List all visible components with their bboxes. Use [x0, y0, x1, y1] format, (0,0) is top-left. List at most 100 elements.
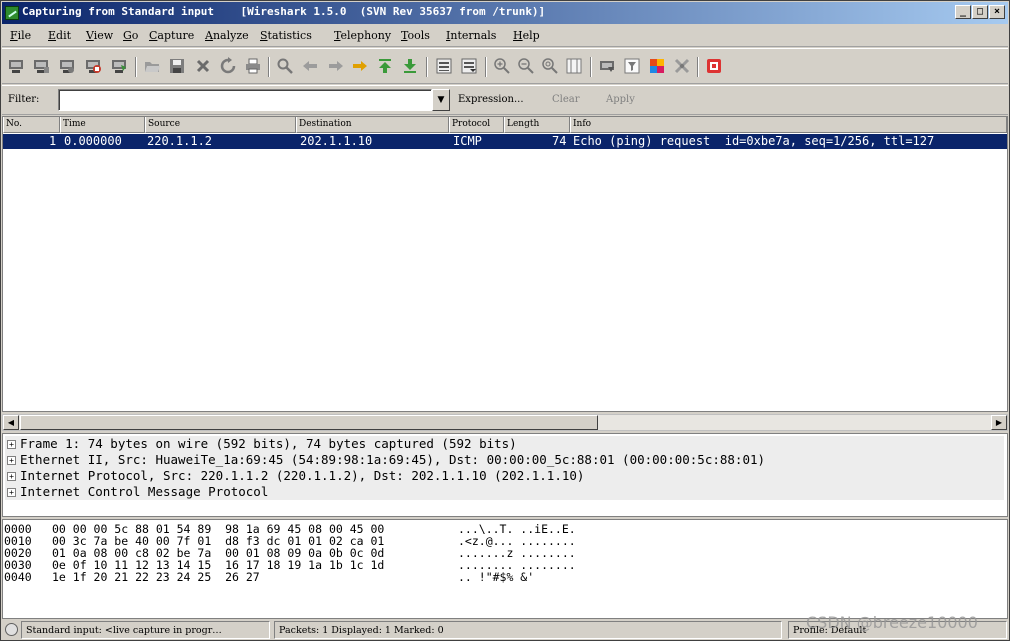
save-file-icon[interactable] — [168, 57, 186, 75]
cell-destination: 202.1.1.10 — [300, 134, 373, 148]
column-header-no[interactable]: No. — [3, 117, 60, 133]
window-title: Capturing from Standard input [Wireshark… — [22, 5, 546, 18]
cell-length: 74 — [552, 134, 567, 148]
toolbar-separator — [135, 57, 137, 77]
menu-telephony[interactable]: Telephony — [334, 29, 391, 42]
colorize-icon[interactable] — [435, 57, 453, 75]
status-capture-file: Standard input: <live capture in progr… — [21, 621, 270, 639]
start-capture-icon[interactable] — [58, 57, 76, 75]
menu-capture[interactable]: Capture — [149, 29, 194, 42]
coloring-rules-icon[interactable] — [648, 57, 666, 75]
detail-row-ethernet[interactable]: + Ethernet II, Src: HuaweiTe_1a:69:45 (54… — [5, 452, 1004, 468]
filter-toolbar: Filter: ▼ Expression... Clear Apply — [2, 85, 1008, 115]
expand-plus-icon[interactable]: + — [7, 488, 16, 497]
menu-statistics[interactable]: Statistics — [260, 29, 312, 42]
column-header-info[interactable]: Info — [570, 117, 1007, 133]
column-header-length[interactable]: Length — [504, 117, 570, 133]
clear-button[interactable]: Clear — [552, 94, 580, 105]
find-packet-icon[interactable] — [276, 57, 294, 75]
reload-icon[interactable] — [219, 57, 237, 75]
detail-row-icmp[interactable]: + Internet Control Message Protocol — [5, 484, 1004, 500]
menu-tools[interactable]: Tools — [401, 29, 430, 42]
capture-options-icon[interactable] — [32, 57, 50, 75]
resize-columns-icon[interactable] — [565, 57, 583, 75]
auto-scroll-icon[interactable] — [460, 57, 478, 75]
main-toolbar — [2, 48, 1008, 84]
cell-source: 220.1.1.2 — [147, 134, 213, 148]
zoom-in-icon[interactable] — [493, 57, 511, 75]
cell-no: 1 — [49, 134, 57, 148]
stop-capture-icon[interactable] — [84, 57, 102, 75]
chevron-down-icon: ▼ — [437, 95, 445, 105]
column-header-time[interactable]: Time — [60, 117, 145, 133]
filter-input[interactable] — [58, 89, 432, 111]
expression-button[interactable]: Expression... — [458, 94, 524, 105]
go-forward-icon[interactable] — [327, 57, 345, 75]
menu-edit[interactable]: Edit — [48, 29, 71, 42]
expand-plus-icon[interactable]: + — [7, 472, 16, 481]
wireshark-window: Capturing from Standard input [Wireshark… — [0, 0, 1010, 641]
filter-label: Filter: — [8, 94, 40, 105]
menu-analyze[interactable]: Analyze — [205, 29, 249, 42]
filter-dropdown-button[interactable]: ▼ — [432, 89, 450, 111]
toolbar-separator — [590, 57, 592, 77]
detail-text: Frame 1: 74 bytes on wire (592 bits), 74… — [20, 436, 517, 451]
hex-bytes[interactable]: 1e 1f 20 21 22 23 24 25 26 27 — [52, 571, 260, 583]
expand-plus-icon[interactable]: + — [7, 456, 16, 465]
capture-filters-icon[interactable] — [598, 57, 616, 75]
packet-bytes-pane[interactable]: 0000 00 00 00 5c 88 01 54 89 98 1a 69 45… — [2, 519, 1008, 619]
interface-list-icon[interactable] — [7, 57, 25, 75]
open-file-icon[interactable] — [143, 57, 161, 75]
zoom-normal-icon[interactable] — [541, 57, 559, 75]
apply-button[interactable]: Apply — [606, 94, 635, 105]
menu-internals[interactable]: Internals — [446, 29, 496, 42]
packet-row-selected[interactable]: 1 0.000000 220.1.1.2 202.1.1.10 ICMP 74 … — [3, 134, 1007, 149]
preferences-icon[interactable] — [673, 57, 691, 75]
menu-view[interactable]: View — [86, 29, 113, 42]
title-bar[interactable]: Capturing from Standard input [Wireshark… — [2, 2, 1008, 24]
go-last-icon[interactable] — [401, 57, 419, 75]
hex-offset: 0040 — [4, 570, 32, 584]
minimize-button[interactable]: _ — [955, 5, 971, 19]
menu-file[interactable]: File — [10, 29, 31, 42]
menu-go[interactable]: Go — [123, 29, 138, 42]
display-filters-icon[interactable] — [623, 57, 641, 75]
go-first-icon[interactable] — [376, 57, 394, 75]
print-icon[interactable] — [244, 57, 262, 75]
toolbar-separator — [268, 57, 270, 77]
menu-bar: File Edit View Go Capture Analyze Statis… — [2, 25, 1008, 47]
column-header-destination[interactable]: Destination — [296, 117, 449, 133]
detail-row-frame[interactable]: + Frame 1: 74 bytes on wire (592 bits), 7… — [5, 436, 1004, 452]
detail-row-ip[interactable]: + Internet Protocol, Src: 220.1.1.2 (220.… — [5, 468, 1004, 484]
scroll-right-icon[interactable]: ▶ — [991, 415, 1007, 430]
close-button[interactable]: × — [989, 5, 1005, 19]
column-header-source[interactable]: Source — [145, 117, 296, 133]
expand-plus-icon[interactable]: + — [7, 440, 16, 449]
toolbar-separator — [697, 57, 699, 77]
help-icon[interactable] — [705, 57, 723, 75]
go-back-icon[interactable] — [301, 57, 319, 75]
go-to-packet-icon[interactable] — [351, 57, 369, 75]
packet-list-hscrollbar[interactable]: ◀ ▶ — [2, 414, 1008, 431]
detail-text: Internet Protocol, Src: 220.1.1.2 (220.1… — [20, 468, 585, 483]
cell-info: Echo (ping) request id=0xbe7a, seq=1/256… — [573, 134, 935, 148]
close-file-icon[interactable] — [194, 57, 212, 75]
toolbar-separator — [485, 57, 487, 77]
scroll-left-icon[interactable]: ◀ — [3, 415, 19, 430]
wireshark-app-icon — [5, 6, 19, 20]
restart-capture-icon[interactable] — [110, 57, 128, 75]
packet-details-tree[interactable]: + Frame 1: 74 bytes on wire (592 bits), 7… — [2, 433, 1008, 517]
packet-list[interactable]: No. Time Source Destination Protocol Len… — [2, 116, 1008, 412]
toolbar-separator — [426, 57, 428, 77]
expert-info-led-icon[interactable] — [5, 623, 18, 636]
hex-ascii[interactable]: .. !"#$% &' — [458, 571, 534, 583]
zoom-out-icon[interactable] — [517, 57, 535, 75]
watermark-text: CSDN @breeze10000 — [806, 613, 978, 632]
detail-text: Internet Control Message Protocol — [20, 484, 269, 499]
menu-help[interactable]: Help — [513, 29, 540, 42]
cell-protocol: ICMP — [453, 134, 482, 148]
hex-row: 0040 1e 1f 20 21 22 23 24 25 26 27 .. !"… — [4, 570, 534, 584]
scrollbar-thumb[interactable] — [20, 415, 598, 430]
column-header-protocol[interactable]: Protocol — [449, 117, 504, 133]
maximize-button[interactable]: □ — [972, 5, 988, 19]
